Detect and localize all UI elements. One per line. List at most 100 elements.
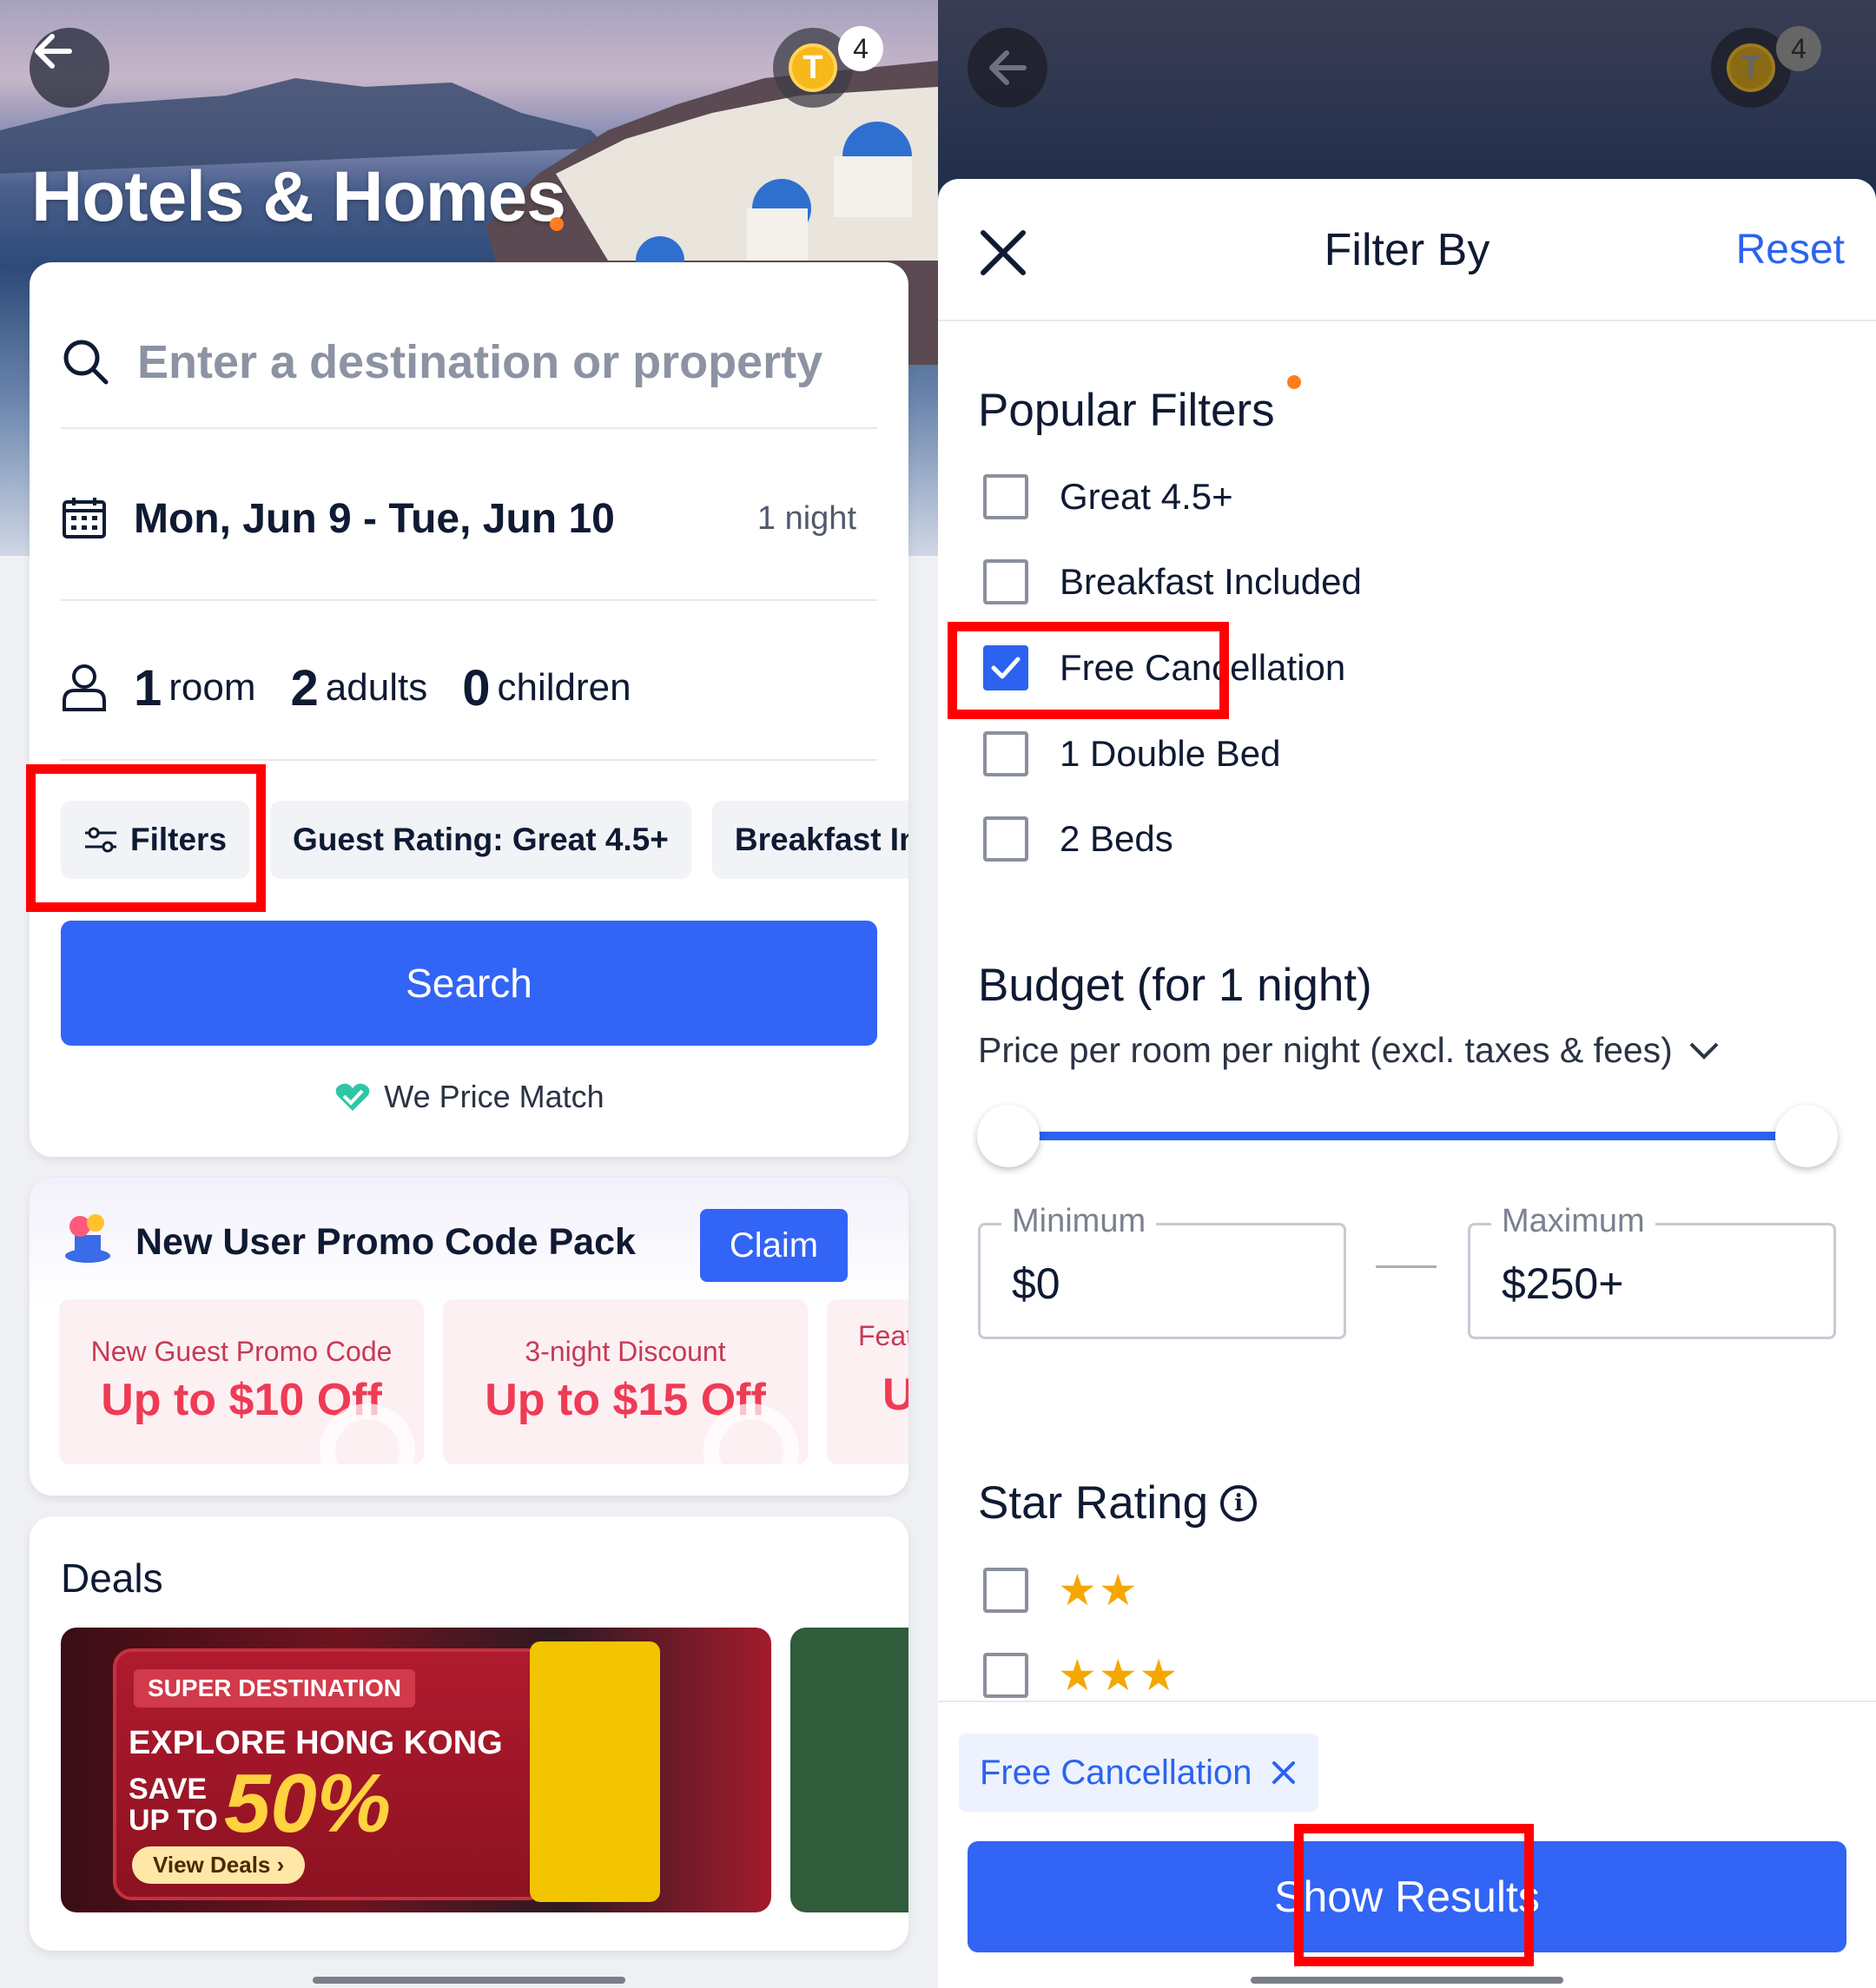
coupon-value: U (882, 1370, 908, 1420)
deal-tag: SUPER DESTINATION (134, 1669, 415, 1707)
checkbox[interactable] (983, 474, 1028, 519)
gift-hat-icon (65, 1214, 110, 1263)
deals-title: Deals (61, 1555, 163, 1601)
deal-content: SUPER DESTINATION EXPLORE HONG KONG SAVE… (113, 1648, 547, 1900)
slider-max-handle[interactable] (1775, 1105, 1838, 1167)
promo-title: New User Promo Code Pack (135, 1221, 636, 1263)
search-icon (63, 340, 109, 385)
star-option[interactable]: ★★ (983, 1565, 1139, 1615)
checkbox[interactable] (983, 559, 1028, 604)
slider-min-handle[interactable] (977, 1105, 1040, 1167)
destination-placeholder: Enter a destination or property (137, 336, 823, 388)
tram-image (530, 1641, 660, 1902)
orange-dot (550, 217, 564, 231)
coin-icon: T (789, 43, 837, 92)
coupon-card[interactable]: New Guest Promo Code Up to $10 Off (59, 1299, 424, 1464)
rooms-number: 1 (134, 659, 162, 717)
adults-label: adults (325, 666, 428, 709)
star-rating-title: Star Rating (978, 1477, 1209, 1529)
maximum-label: Maximum (1491, 1203, 1655, 1240)
highlight-show-results (1294, 1824, 1534, 1966)
deal-banner-hong-kong[interactable]: SUPER DESTINATION EXPLORE HONG KONG SAVE… (61, 1628, 771, 1912)
destination-input[interactable]: Enter a destination or property (61, 314, 877, 410)
star-option[interactable]: ★★★ (983, 1650, 1179, 1701)
deal-percent: 50% (224, 1757, 392, 1850)
budget-dropdown[interactable]: Price per room per night (excl. taxes & … (978, 1030, 1720, 1071)
deal-save-line2: UP TO (129, 1804, 218, 1837)
checkbox[interactable] (983, 1568, 1028, 1613)
sheet-header: Filter By Reset (938, 179, 1876, 321)
checkbox[interactable] (983, 731, 1028, 776)
back-button[interactable] (30, 28, 109, 108)
filter-option-label: 1 Double Bed (1060, 733, 1281, 774)
filter-option[interactable]: 1 Double Bed (983, 731, 1281, 776)
arrow-left-icon (35, 34, 72, 69)
coupon-label: Feat (858, 1320, 908, 1351)
back-button-dimmed (968, 28, 1047, 108)
coupon-label: New Guest Promo Code (90, 1336, 393, 1367)
filter-option-label: 2 Beds (1060, 818, 1173, 859)
filter-option[interactable]: Great 4.5+ (983, 474, 1233, 519)
chip-guest-rating[interactable]: Guest Rating: Great 4.5+ (270, 801, 691, 879)
checkbox[interactable] (983, 1653, 1028, 1698)
nights-count: 1 night (756, 499, 856, 537)
budget-title: Budget (for 1 night) (978, 960, 1372, 1011)
filter-option[interactable]: 2 Beds (983, 816, 1173, 862)
deal-save: SAVE UP TO (129, 1773, 218, 1836)
highlight-free-cancellation (948, 622, 1229, 719)
divider (61, 427, 877, 429)
home-indicator (1251, 1977, 1563, 1984)
price-match: We Price Match (30, 1079, 908, 1115)
selected-filter-chip[interactable]: Free Cancellation (959, 1734, 1318, 1812)
filter-option[interactable]: Breakfast Included (983, 559, 1362, 604)
info-icon[interactable]: i (1220, 1484, 1258, 1522)
coupon-card[interactable]: 3-night Discount Up to $15 Off (443, 1299, 808, 1464)
stars-3-icon: ★★★ (1058, 1651, 1180, 1700)
page-title: Hotels & Homes (31, 157, 566, 236)
star-rating-header: Star Rating i (978, 1476, 1258, 1529)
arrow-left-icon (989, 50, 1027, 85)
maximum-price-field[interactable]: Maximum $250+ (1468, 1203, 1836, 1339)
range-dash (1376, 1265, 1437, 1268)
person-icon (63, 664, 106, 711)
deal-save-line1: SAVE (129, 1773, 208, 1806)
stars-2-icon: ★★ (1058, 1566, 1139, 1615)
notification-badge: 4 (838, 26, 883, 71)
filter-option-label: Breakfast Included (1060, 561, 1362, 602)
coin-icon: T (1727, 43, 1775, 92)
adults-number: 2 (290, 659, 319, 717)
notification-badge: 4 (1776, 26, 1821, 71)
minimum-label: Minimum (1001, 1203, 1157, 1240)
deal-banner-next[interactable] (790, 1628, 908, 1912)
home-indicator (313, 1977, 625, 1984)
popular-filters-title: Popular Filters (978, 385, 1275, 436)
budget-subtitle: Price per room per night (excl. taxes & … (978, 1030, 1673, 1070)
price-slider-track[interactable] (1034, 1132, 1780, 1140)
minimum-price-field[interactable]: Minimum $0 (978, 1203, 1346, 1339)
divider (61, 759, 877, 761)
price-match-label: We Price Match (384, 1079, 604, 1114)
guests-picker[interactable]: 1 room 2 adults 0 children (61, 644, 877, 731)
reset-button[interactable]: Reset (1736, 226, 1845, 274)
minimum-value: $0 (1012, 1259, 1060, 1308)
search-card: Enter a destination or property Mon, Jun… (30, 262, 908, 1157)
date-picker[interactable]: Mon, Jun 9 - Tue, Jun 10 1 night (61, 479, 877, 558)
promo-card: New User Promo Code Pack Claim New Guest… (30, 1178, 908, 1496)
children-label: children (497, 666, 631, 709)
coupon-card[interactable]: Feat U (827, 1299, 908, 1464)
chip-breakfast[interactable]: Breakfast Inclu (711, 801, 908, 879)
checkbox[interactable] (983, 816, 1028, 862)
hotels-home-screen: T 4 Hotels & Homes Enter a destination o… (0, 0, 938, 1988)
claim-button[interactable]: Claim (700, 1209, 848, 1282)
date-range: Mon, Jun 9 - Tue, Jun 10 (134, 495, 615, 542)
calendar-icon (63, 498, 106, 538)
search-button[interactable]: Search (61, 921, 877, 1046)
highlight-filters (26, 764, 266, 912)
new-indicator-dot (1287, 375, 1301, 389)
divider (61, 599, 877, 601)
remove-icon[interactable] (1270, 1759, 1298, 1787)
maximum-value: $250+ (1502, 1259, 1624, 1308)
filter-screen: T 4 Filter By Reset Popular Filters Grea… (938, 0, 1876, 1988)
view-deals-button[interactable]: View Deals › (132, 1846, 306, 1884)
children-number: 0 (462, 659, 491, 717)
